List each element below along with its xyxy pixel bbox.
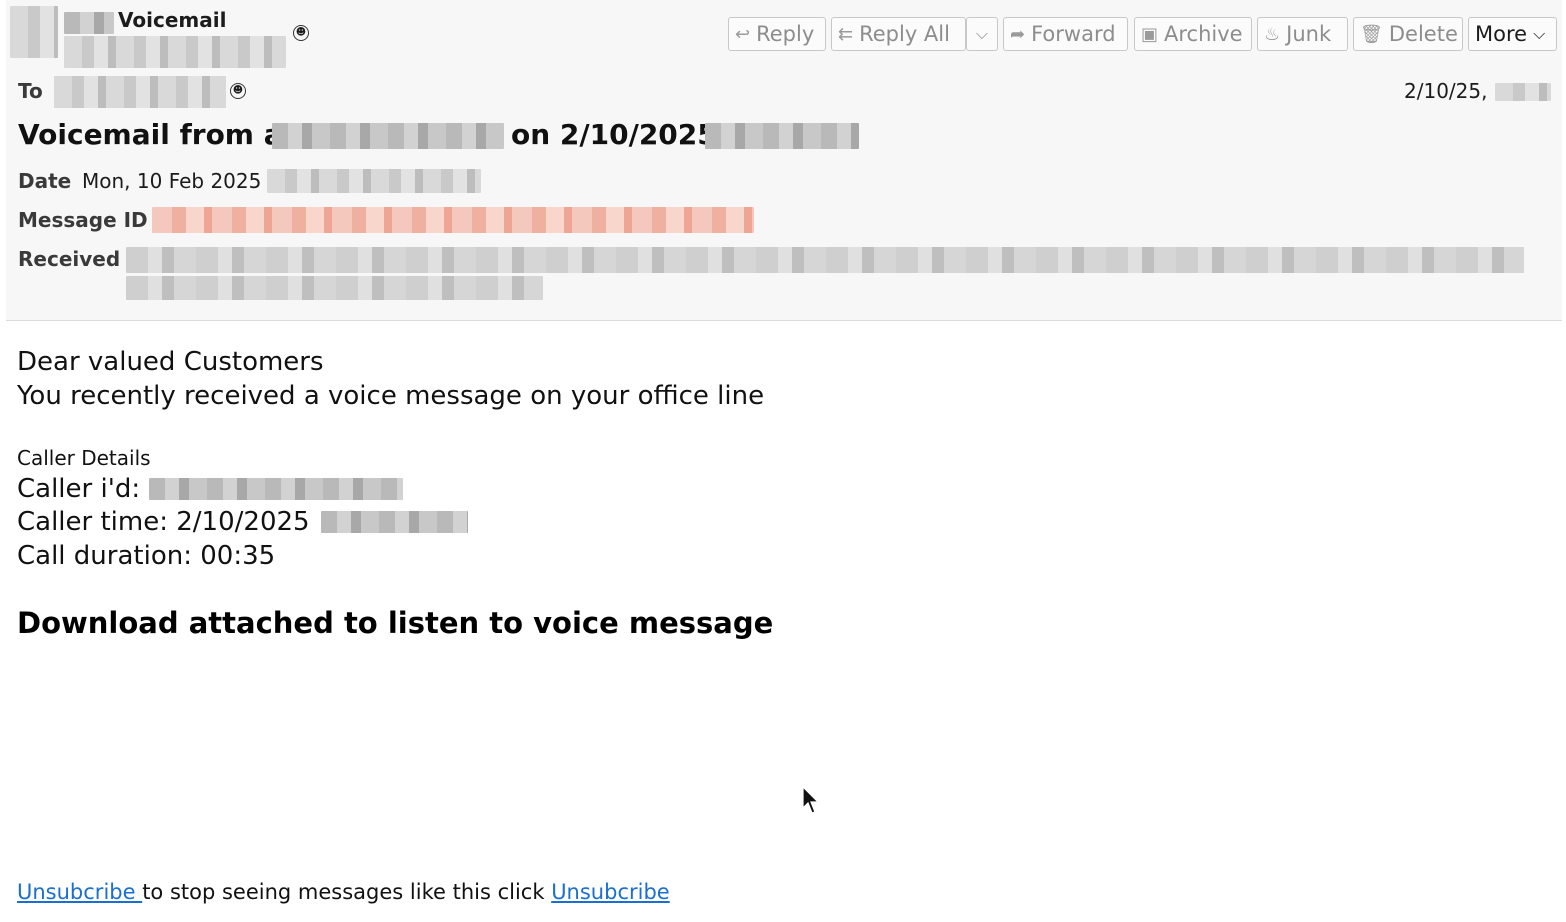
- truncated-header-text: · · · · · · · · · · · · · · · · · · · · …: [18, 310, 832, 320]
- reply-all-label: Reply All: [859, 22, 950, 46]
- date-label: Date: [18, 169, 72, 193]
- reply-button[interactable]: ↩ Reply: [728, 17, 826, 51]
- archive-label: Archive: [1164, 22, 1243, 46]
- date-time-redacted: [267, 169, 481, 193]
- archive-icon: ▣: [1141, 23, 1159, 45]
- forward-button[interactable]: ➦ Forward: [1003, 17, 1128, 51]
- greeting-text: Dear valued Customers: [17, 347, 324, 377]
- contact-icon[interactable]: ☻: [293, 25, 309, 41]
- subject-redacted-number: [272, 123, 504, 149]
- more-button[interactable]: More ⌵: [1468, 17, 1557, 51]
- caller-time-label: Caller time: 2/10/2025: [17, 507, 310, 537]
- sender-redacted-avatar: [10, 6, 58, 58]
- call-duration: Call duration: 00:35: [17, 541, 276, 571]
- to-label: To: [18, 79, 43, 103]
- received-header-redacted-line1: [126, 247, 1524, 273]
- caller-details-heading: Caller Details: [17, 446, 151, 470]
- delete-button[interactable]: 🗑 Delete: [1353, 17, 1463, 51]
- reply-label: Reply: [756, 22, 815, 46]
- footer-text: to stop seeing messages like this click: [142, 880, 552, 904]
- caller-time-redacted: [321, 511, 468, 533]
- reply-icon: ↩: [735, 23, 751, 45]
- junk-icon: ♨: [1264, 23, 1281, 45]
- chevron-down-icon: ⌵: [975, 24, 989, 43]
- forward-label: Forward: [1031, 22, 1116, 46]
- caller-id-redacted: [149, 478, 403, 500]
- received-time-redacted: [1495, 83, 1551, 101]
- unsubscribe-link-1[interactable]: Unsubcribe: [17, 880, 142, 904]
- message-id-redacted[interactable]: [152, 207, 754, 233]
- recipient-redacted[interactable]: [54, 76, 226, 108]
- contact-icon[interactable]: ☻: [230, 83, 246, 99]
- reply-all-icon: ⇇: [838, 23, 854, 45]
- delete-icon: 🗑: [1360, 23, 1383, 45]
- subject-date: on 2/10/2025: [511, 118, 717, 151]
- forward-icon: ➦: [1010, 23, 1026, 45]
- subject-line: Voicemail from at: [18, 118, 296, 151]
- received-label: Received: [18, 247, 121, 271]
- reply-all-button[interactable]: ⇇ Reply All: [831, 17, 966, 51]
- caller-id-label: Caller i'd:: [17, 474, 141, 504]
- archive-button[interactable]: ▣ Archive: [1134, 17, 1252, 51]
- sender-redacted-address: [64, 36, 286, 68]
- unsubscribe-footer: Unsubcribe to stop seeing messages like …: [17, 880, 670, 904]
- reply-all-dropdown-button[interactable]: ⌵: [966, 17, 998, 51]
- delete-label: Delete: [1388, 22, 1458, 46]
- message-header: Voicemail ☻ ↩ Reply ⇇ Reply All ⌵ ➦ Forward…: [6, 0, 1562, 321]
- date-value: Mon, 10 Feb 2025: [82, 169, 262, 193]
- junk-label: Junk: [1286, 22, 1332, 46]
- subject-prefix: Voicemail from at: [18, 118, 297, 151]
- chevron-down-icon: ⌵: [1533, 24, 1546, 43]
- mouse-cursor-icon: [802, 786, 820, 814]
- sender-name[interactable]: Voicemail: [118, 8, 226, 32]
- received-header-redacted-line2: [126, 276, 543, 300]
- message-id-label: Message ID: [18, 208, 148, 232]
- subject-redacted-time: [705, 123, 859, 149]
- received-date-short: 2/10/25,: [1404, 79, 1488, 103]
- download-call-to-action: Download attached to listen to voice mes…: [17, 606, 774, 640]
- more-label: More: [1475, 22, 1528, 46]
- sender-redacted-name: [64, 12, 114, 34]
- intro-text: You recently received a voice message on…: [17, 381, 765, 411]
- junk-button[interactable]: ♨ Junk: [1257, 17, 1348, 51]
- unsubscribe-link-2[interactable]: Unsubcribe: [551, 880, 670, 904]
